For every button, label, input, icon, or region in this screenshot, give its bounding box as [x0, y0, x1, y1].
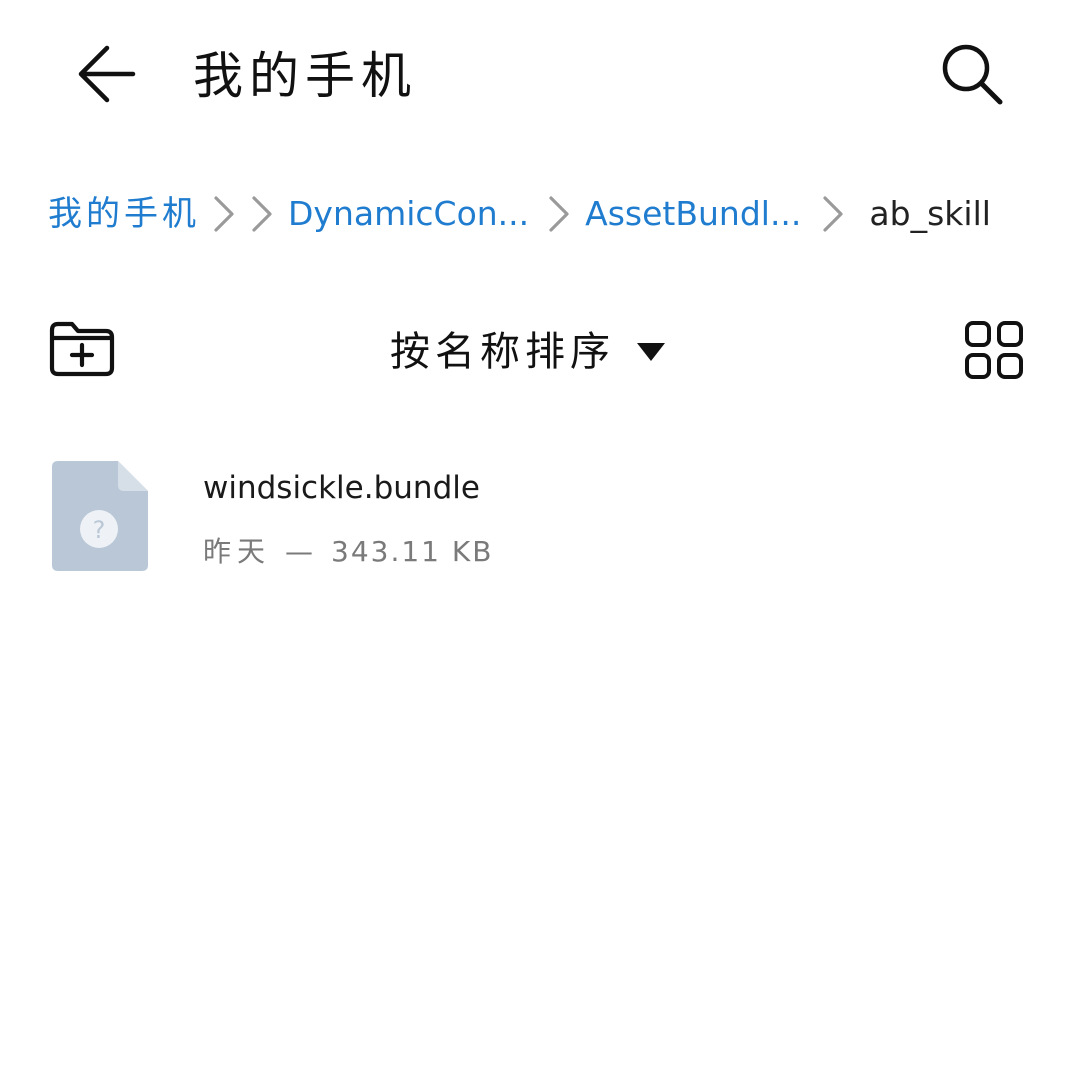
file-date: 昨天: [203, 535, 272, 568]
arrow-left-icon: [78, 45, 136, 103]
grid-view-icon: [965, 321, 1023, 379]
chevron-right-icon: [240, 184, 284, 244]
new-folder-icon: [49, 321, 115, 377]
page-title: 我的手机: [193, 47, 417, 105]
sort-by-name-button[interactable]: 按名称排序: [390, 322, 665, 382]
file-size: 343.11 KB: [331, 535, 494, 568]
triangle-down-icon: [637, 343, 665, 361]
svg-text:?: ?: [93, 516, 106, 544]
breadcrumb-item-dynamiccon[interactable]: DynamicCon...: [288, 184, 529, 244]
view-toggle-button[interactable]: [956, 312, 1032, 388]
breadcrumb-item-my-phone[interactable]: 我的手机: [48, 184, 200, 244]
chevron-right-icon: [811, 184, 855, 244]
breadcrumb: 我的手机 DynamicCon... AssetBundl... ab_skil…: [48, 184, 1048, 244]
file-meta: 昨天 — 343.11 KB: [203, 530, 493, 574]
file-meta-separator: —: [285, 535, 316, 568]
unknown-file-icon: ?: [52, 461, 148, 571]
search-button[interactable]: [930, 34, 1014, 114]
search-icon: [942, 44, 1003, 105]
file-name: windsickle.bundle: [203, 470, 480, 506]
breadcrumb-item-assetbundl[interactable]: AssetBundl...: [585, 184, 801, 244]
sort-label: 按名称排序: [390, 329, 615, 375]
breadcrumb-item-current: ab_skill: [869, 194, 991, 233]
file-list-item[interactable]: ? windsickle.bundle 昨天 — 343.11 KB: [0, 440, 1078, 590]
back-button[interactable]: [66, 36, 146, 112]
new-folder-button[interactable]: [40, 312, 124, 386]
chevron-right-icon: [537, 184, 581, 244]
